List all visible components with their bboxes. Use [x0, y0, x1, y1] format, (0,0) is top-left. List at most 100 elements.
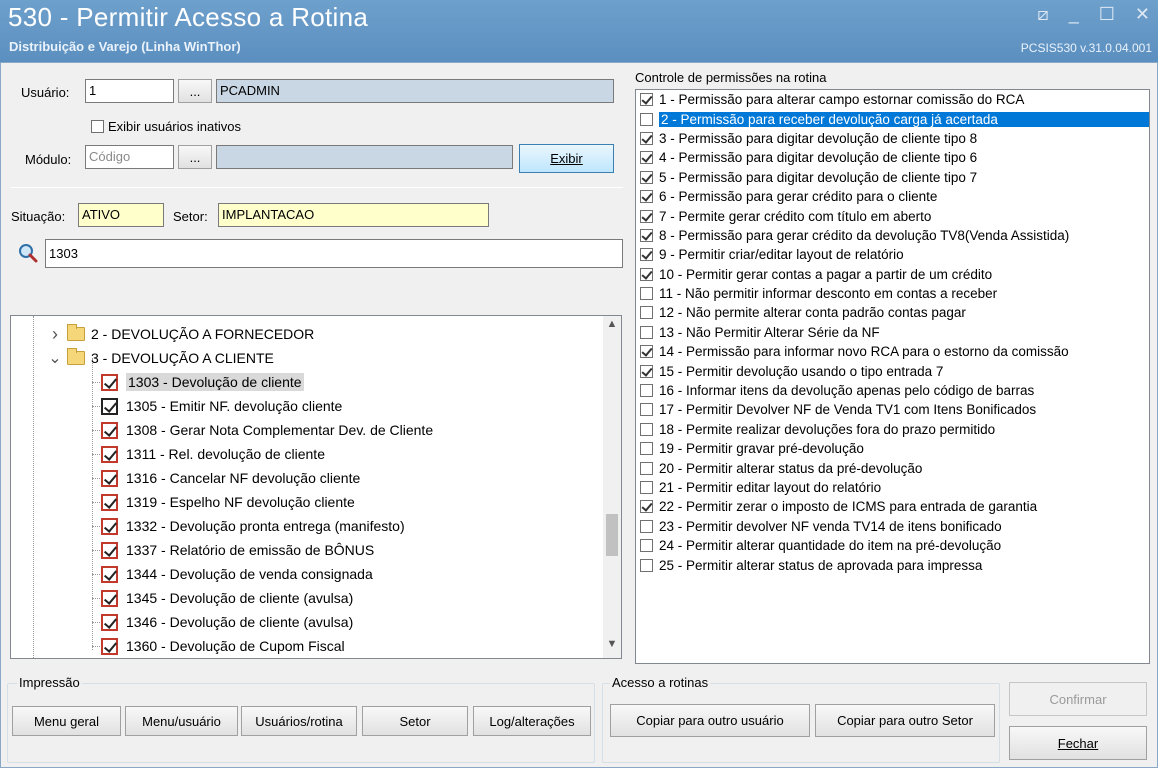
permission-checkbox[interactable]: [640, 403, 653, 417]
permission-item[interactable]: 8 - Permissão para gerar crédito da devo…: [636, 226, 1149, 245]
menu-usuario-button[interactable]: Menu/usuário: [125, 706, 238, 736]
permission-item[interactable]: 18 - Permite realizar devoluções fora do…: [636, 420, 1149, 439]
checkbox-icon[interactable]: [101, 421, 118, 439]
tree-item[interactable]: 1344 - Devolução de venda consignada: [92, 562, 373, 586]
permission-checkbox[interactable]: [640, 151, 653, 165]
checkbox-icon[interactable]: [101, 397, 118, 415]
checkbox-icon[interactable]: [101, 637, 118, 655]
permission-checkbox[interactable]: [640, 228, 653, 242]
usuarios-rotina-button[interactable]: Usuários/rotina: [241, 706, 357, 736]
permission-checkbox[interactable]: [640, 287, 653, 301]
tree-item[interactable]: 1345 - Devolução de cliente (avulsa): [92, 586, 353, 610]
close-icon[interactable]: ✕: [1135, 4, 1150, 25]
permission-checkbox[interactable]: [640, 500, 653, 514]
permission-item[interactable]: 15 - Permitir devolução usando o tipo en…: [636, 361, 1149, 380]
tree-folder[interactable]: ⌄ 3 - DEVOLUÇÃO A CLIENTE: [47, 346, 274, 370]
permission-checkbox[interactable]: [640, 267, 653, 281]
permission-checkbox[interactable]: [640, 248, 653, 262]
permission-checkbox[interactable]: [640, 131, 653, 145]
permission-checkbox[interactable]: [640, 209, 653, 223]
checkbox-icon[interactable]: [101, 445, 118, 463]
permission-item[interactable]: 22 - Permitir zerar o imposto de ICMS pa…: [636, 497, 1149, 516]
tree-folder[interactable]: ›5 - SIMPLES REMESSA: [47, 658, 244, 659]
permission-item[interactable]: 23 - Permitir devolver NF venda TV14 de …: [636, 517, 1149, 536]
permission-checkbox[interactable]: [640, 170, 653, 184]
permission-checkbox[interactable]: [640, 112, 653, 126]
tree-item[interactable]: 1316 - Cancelar NF devolução cliente: [92, 466, 360, 490]
permission-item[interactable]: 16 - Informar itens da devolução apenas …: [636, 381, 1149, 400]
permission-item[interactable]: 7 - Permite gerar crédito com título em …: [636, 206, 1149, 225]
permission-item[interactable]: 14 - Permissão para informar novo RCA pa…: [636, 342, 1149, 361]
rotinas-tree[interactable]: ▲ ▼ › 2 - DEVOLUÇÃO A FORNECEDOR ⌄ 3 - DEVO…: [10, 315, 622, 659]
tree-item[interactable]: 1311 - Rel. devolução de cliente: [92, 442, 325, 466]
tree-scrollbar[interactable]: ▲ ▼: [603, 316, 621, 658]
permission-item[interactable]: 5 - Permissão para digitar devolução de …: [636, 168, 1149, 187]
permission-item[interactable]: 6 - Permissão para gerar crédito para o …: [636, 187, 1149, 206]
permission-checkbox[interactable]: [640, 384, 653, 398]
permission-checkbox[interactable]: [640, 422, 653, 436]
checkbox-icon[interactable]: [101, 541, 118, 559]
modulo-lookup-button[interactable]: ...: [178, 145, 212, 169]
tree-item[interactable]: 1360 - Devolução de Cupom Fiscal: [92, 634, 345, 658]
inativos-checkbox-box[interactable]: [91, 120, 104, 133]
tree-item[interactable]: 1303 - Devolução de cliente: [92, 370, 304, 394]
scroll-thumb[interactable]: [606, 514, 618, 556]
chevron-right-icon[interactable]: ›: [47, 324, 63, 345]
permission-checkbox[interactable]: [640, 325, 653, 339]
scroll-up-icon[interactable]: ▲: [603, 318, 621, 336]
permission-item[interactable]: 1 - Permissão para alterar campo estorna…: [636, 90, 1149, 109]
log-alteracoes-button[interactable]: Log/alterações: [473, 706, 591, 736]
permission-checkbox[interactable]: [640, 442, 653, 456]
copiar-usuario-button[interactable]: Copiar para outro usuário: [610, 704, 810, 737]
tree-item[interactable]: 1319 - Espelho NF devolução cliente: [92, 490, 355, 514]
minimize-icon[interactable]: _: [1069, 4, 1079, 25]
checkbox-icon[interactable]: [101, 613, 118, 631]
permission-checkbox[interactable]: [640, 519, 653, 533]
permission-item[interactable]: 2 - Permissão para receber devolução car…: [636, 109, 1149, 128]
tree-folder[interactable]: › 2 - DEVOLUÇÃO A FORNECEDOR: [47, 322, 314, 346]
permissions-list[interactable]: 1 - Permissão para alterar campo estorna…: [635, 89, 1150, 664]
checkbox-icon[interactable]: [101, 373, 118, 391]
permission-checkbox[interactable]: [640, 190, 653, 204]
setor-button[interactable]: Setor: [362, 706, 468, 736]
permission-item[interactable]: 10 - Permitir gerar contas a pagar a par…: [636, 265, 1149, 284]
permission-checkbox[interactable]: [640, 306, 653, 320]
maximize-icon[interactable]: ☐: [1099, 4, 1115, 25]
permission-checkbox[interactable]: [640, 539, 653, 553]
chevron-down-icon[interactable]: ⌄: [47, 348, 63, 368]
permission-item[interactable]: 11 - Não permitir informar desconto em c…: [636, 284, 1149, 303]
checkbox-icon[interactable]: [101, 493, 118, 511]
tree-item[interactable]: 1337 - Relatório de emissão de BÔNUS: [92, 538, 374, 562]
permission-checkbox[interactable]: [640, 345, 653, 359]
checkbox-icon[interactable]: [101, 589, 118, 607]
tree-item[interactable]: 1305 - Emitir NF. devolução cliente: [92, 394, 342, 418]
search-input[interactable]: 1303: [45, 239, 623, 268]
permission-item[interactable]: 17 - Permitir Devolver NF de Venda TV1 c…: [636, 400, 1149, 419]
scroll-down-icon[interactable]: ▼: [603, 638, 621, 656]
permission-item[interactable]: 13 - Não Permitir Alterar Série da NF: [636, 323, 1149, 342]
permission-checkbox[interactable]: [640, 93, 653, 107]
restore-icon[interactable]: ⧄: [1037, 4, 1048, 25]
copiar-setor-button[interactable]: Copiar para outro Setor: [815, 704, 995, 737]
checkbox-icon[interactable]: [101, 565, 118, 583]
permission-item[interactable]: 24 - Permitir alterar quantidade do item…: [636, 536, 1149, 555]
exibir-button[interactable]: Exibir: [519, 144, 614, 173]
modulo-code-input[interactable]: Código: [85, 145, 174, 169]
permission-item[interactable]: 12 - Não permite alterar conta padrão co…: [636, 303, 1149, 322]
menu-geral-button[interactable]: Menu geral: [12, 706, 121, 736]
permission-item[interactable]: 20 - Permitir alterar status da pré-devo…: [636, 458, 1149, 477]
permission-item[interactable]: 9 - Permitir criar/editar layout de rela…: [636, 245, 1149, 264]
permission-item[interactable]: 19 - Permitir gravar pré-devolução: [636, 439, 1149, 458]
inativos-checkbox[interactable]: Exibir usuários inativos: [91, 119, 241, 134]
permission-item[interactable]: 3 - Permissão para digitar devolução de …: [636, 129, 1149, 148]
usuario-lookup-button[interactable]: ...: [178, 79, 212, 103]
checkbox-icon[interactable]: [101, 469, 118, 487]
checkbox-icon[interactable]: [101, 517, 118, 535]
tree-item[interactable]: 1332 - Devolução pronta entrega (manifes…: [92, 514, 405, 538]
permission-item[interactable]: 21 - Permitir editar layout do relatório: [636, 478, 1149, 497]
permission-item[interactable]: 25 - Permitir alterar status de aprovada…: [636, 555, 1149, 574]
tree-item[interactable]: 1346 - Devolução de cliente (avulsa): [92, 610, 353, 634]
permission-checkbox[interactable]: [640, 364, 653, 378]
permission-checkbox[interactable]: [640, 558, 653, 572]
tree-item[interactable]: 1308 - Gerar Nota Complementar Dev. de C…: [92, 418, 433, 442]
